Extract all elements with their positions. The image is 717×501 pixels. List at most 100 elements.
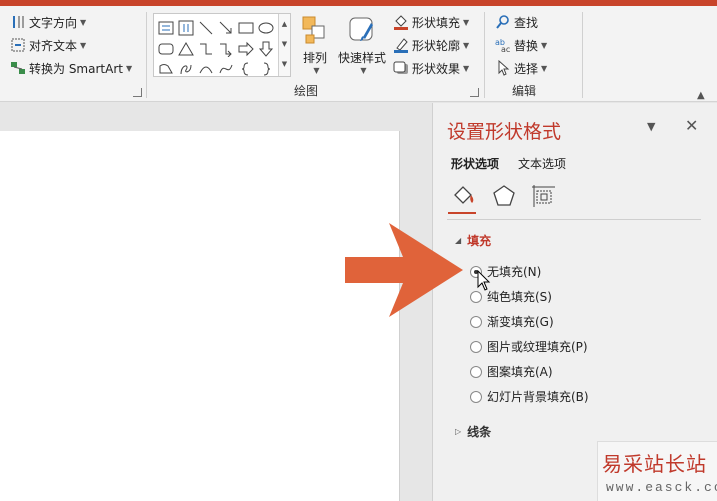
chevron-down-icon: ▼ <box>463 17 470 27</box>
radio-label: 图片或纹理填充(P) <box>487 340 588 354</box>
text-direction-label: 文字方向 <box>29 15 78 30</box>
arrange-label: 排列 <box>302 51 327 65</box>
radio-label: 纯色填充(S) <box>487 290 552 304</box>
arc-shape-icon[interactable] <box>198 61 214 77</box>
group-separator <box>582 12 583 98</box>
radio-button[interactable] <box>470 340 482 353</box>
replace-icon: ab ac <box>495 37 511 54</box>
chevron-down-icon: ▼ <box>541 40 548 50</box>
text-direction-button[interactable]: 文字方向 ▼ <box>10 12 86 32</box>
align-text-label: 对齐文本 <box>29 38 78 53</box>
fill-line-icon[interactable] <box>451 183 477 209</box>
cursor-select-icon <box>495 59 511 76</box>
select-label: 选择 <box>514 61 539 76</box>
find-button[interactable]: 查找 <box>495 12 538 32</box>
oval-shape-icon[interactable] <box>258 20 274 36</box>
text-direction-icon <box>10 14 26 30</box>
shape-fill-button[interactable]: 形状填充 ▼ <box>393 12 469 32</box>
line-shape-icon[interactable] <box>198 20 214 36</box>
find-label: 查找 <box>514 15 539 30</box>
textbox-shape-icon[interactable] <box>158 20 174 36</box>
align-text-button[interactable]: 对齐文本 ▼ <box>10 35 86 55</box>
radio-picture-texture-fill[interactable]: 图片或纹理填充(P) <box>470 338 588 355</box>
radio-slide-background-fill[interactable]: 幻灯片背景填充(B) <box>470 388 589 405</box>
search-icon <box>495 14 511 30</box>
convert-smartart-button[interactable]: 转换为 SmartArt ▼ <box>10 58 132 78</box>
rounded-rectangle-shape-icon[interactable] <box>158 41 174 57</box>
ribbon: 文字方向 ▼ 对齐文本 ▼ 转换为 SmartArt ▼ ▲ ▼ ▼ 排列 ▼ … <box>0 6 717 102</box>
collapsed-triangle-icon: ▷ <box>455 427 462 436</box>
smartart-icon <box>10 60 26 76</box>
effects-pentagon-icon[interactable] <box>491 183 517 209</box>
rectangle-shape-icon[interactable] <box>238 20 254 36</box>
tab-shape-options[interactable]: 形状选项 <box>451 155 499 172</box>
editing-group-label: 编辑 <box>512 84 537 98</box>
dialog-launcher-icon[interactable] <box>133 88 142 97</box>
shape-effects-icon <box>393 60 409 76</box>
chevron-down-icon: ▼ <box>541 63 548 73</box>
radio-pattern-fill[interactable]: 图案填充(A) <box>470 363 553 380</box>
watermark: 易采站长站 www.easck.com <box>597 441 717 501</box>
align-text-icon <box>10 37 26 53</box>
gallery-scroll[interactable]: ▲ ▼ ▼ <box>278 14 290 76</box>
radio-label: 幻灯片背景填充(B) <box>487 390 589 404</box>
shape-fill-label: 形状填充 <box>412 15 461 30</box>
fill-section-label: 填充 <box>467 234 492 248</box>
select-button[interactable]: 选择 ▼ <box>495 58 547 78</box>
down-arrow-shape-icon[interactable] <box>258 41 274 57</box>
pen-outline-icon <box>393 37 409 53</box>
drawing-group-label: 绘图 <box>294 84 319 98</box>
scribble-shape-icon[interactable] <box>178 61 194 77</box>
quick-styles-label: 快速样式 <box>338 51 387 65</box>
shape-outline-button[interactable]: 形状轮廓 ▼ <box>393 35 469 55</box>
shapes-gallery[interactable]: ▲ ▼ ▼ <box>153 13 291 77</box>
chevron-down-icon: ▼ <box>313 66 320 75</box>
gallery-up-icon[interactable]: ▲ <box>279 14 290 34</box>
gallery-more-icon[interactable]: ▼ <box>279 54 290 74</box>
mouse-pointer-icon <box>477 270 491 291</box>
radio-label: 无填充(N) <box>487 265 542 279</box>
right-arrow-shape-icon[interactable] <box>238 41 254 57</box>
elbow-connector-shape-icon[interactable] <box>198 41 214 57</box>
chevron-down-icon: ▼ <box>80 17 87 27</box>
triangle-shape-icon[interactable] <box>178 41 194 57</box>
radio-button[interactable] <box>470 290 482 303</box>
right-brace-shape-icon[interactable] <box>258 61 274 77</box>
radio-button[interactable] <box>470 315 482 328</box>
line-section-label: 线条 <box>467 425 492 439</box>
replace-button[interactable]: ab ac 替换 ▼ <box>495 35 547 55</box>
pane-title: 设置形状格式 <box>447 121 562 143</box>
active-icon-tab-indicator <box>448 212 476 214</box>
arrange-button[interactable]: 排列 ▼ <box>300 15 330 75</box>
tab-text-options[interactable]: 文本选项 <box>518 155 566 172</box>
quick-styles-icon <box>347 15 377 47</box>
svg-text:ac: ac <box>501 45 510 53</box>
close-icon[interactable]: ✕ <box>685 116 698 135</box>
arrow-line-shape-icon[interactable] <box>218 20 234 36</box>
slide-canvas[interactable] <box>0 131 400 501</box>
radio-button[interactable] <box>470 365 482 378</box>
radio-gradient-fill[interactable]: 渐变填充(G) <box>470 313 554 330</box>
curve-shape-icon[interactable] <box>218 61 234 77</box>
size-properties-icon[interactable] <box>531 183 557 209</box>
radio-button[interactable] <box>470 390 482 403</box>
pane-divider <box>447 219 701 220</box>
replace-label: 替换 <box>514 38 539 53</box>
pane-options-icon[interactable]: ▼ <box>647 120 655 133</box>
arrange-icon <box>300 15 330 47</box>
line-section-header[interactable]: ▷ 线条 <box>455 423 491 440</box>
shape-effects-button[interactable]: 形状效果 ▼ <box>393 58 469 78</box>
shape-outline-label: 形状轮廓 <box>412 38 461 53</box>
freeform-shape-icon[interactable] <box>158 61 174 77</box>
radio-label: 图案填充(A) <box>487 365 553 379</box>
left-brace-shape-icon[interactable] <box>238 61 254 77</box>
quick-styles-button[interactable]: 快速样式 ▼ <box>338 15 386 75</box>
elbow-arrow-shape-icon[interactable] <box>218 41 234 57</box>
group-separator <box>484 12 485 98</box>
gallery-down-icon[interactable]: ▼ <box>279 34 290 54</box>
chevron-down-icon: ▼ <box>80 40 87 50</box>
collapse-ribbon-icon[interactable]: ▲ <box>697 90 705 101</box>
dialog-launcher-icon[interactable] <box>470 88 479 97</box>
vertical-textbox-shape-icon[interactable] <box>178 20 194 36</box>
chevron-down-icon: ▼ <box>463 63 470 73</box>
